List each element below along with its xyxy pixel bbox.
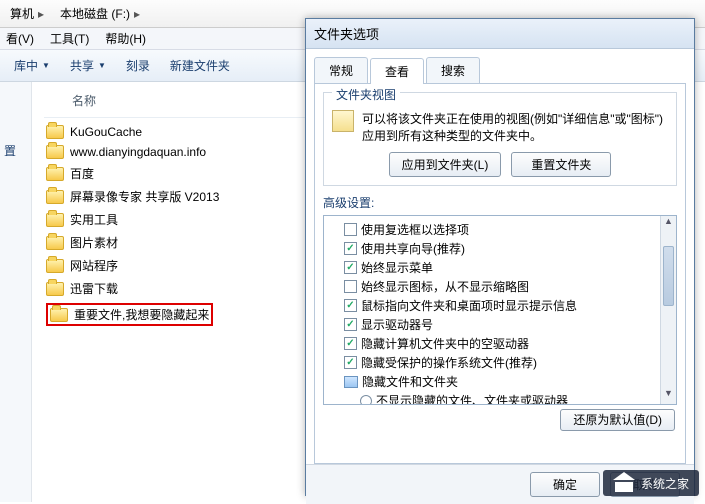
folder-tree-icon [344,376,358,388]
toolbar-burn[interactable]: 刻录 [118,54,158,77]
breadcrumb-seg[interactable]: 本地磁盘 (F:)▸ [54,3,146,24]
checkbox-icon[interactable] [344,242,357,255]
checkbox-icon[interactable] [344,356,357,369]
advanced-settings-label: 高级设置: [323,194,677,211]
watermark: 系统之家 [603,470,699,496]
tree-item[interactable]: 使用共享向导(推荐) [344,239,674,258]
tree-item[interactable]: 隐藏计算机文件夹中的空驱动器 [344,334,674,353]
radio-icon[interactable] [360,395,372,406]
menu-tools[interactable]: 工具(T) [50,30,89,47]
folder-view-icon [332,110,354,132]
house-icon [613,474,635,492]
tab-search[interactable]: 搜索 [426,57,480,83]
tree-item[interactable]: 使用复选框以选择项 [344,220,674,239]
advanced-settings-tree[interactable]: 使用复选框以选择项 使用共享向导(推荐) 始终显示菜单 始终显示图标，从不显示缩… [323,215,677,405]
folder-view-description: 可以将该文件夹正在使用的视图(例如"详细信息"或"图标")应用到所有这种类型的文… [362,110,668,144]
annotation-box: 重要文件,我想要隐藏起来 [46,303,213,326]
folder-icon [46,282,64,296]
checkbox-icon[interactable] [344,337,357,350]
scroll-thumb[interactable] [663,246,674,306]
tree-item[interactable]: 隐藏受保护的操作系统文件(推荐) [344,353,674,372]
chevron-right-icon: ▸ [134,7,140,21]
checkbox-icon[interactable] [344,280,357,293]
ok-button[interactable]: 确定 [530,472,600,497]
checkbox-icon[interactable] [344,223,357,236]
scroll-up-icon[interactable]: ▲ [661,216,676,232]
tree-item[interactable]: 鼠标指向文件夹和桌面项时显示提示信息 [344,296,674,315]
scrollbar[interactable]: ▲ ▼ [660,216,676,404]
menu-view[interactable]: 看(V) [6,30,34,47]
tree-item[interactable]: 始终显示菜单 [344,258,674,277]
group-label: 文件夹视图 [332,86,400,103]
restore-defaults-button[interactable]: 还原为默认值(D) [560,409,675,431]
folder-icon [46,213,64,227]
folder-icon [46,145,64,159]
dialog-title: 文件夹选项 [306,19,694,49]
breadcrumb-seg[interactable]: 算机▸ [4,3,50,24]
folder-view-group: 文件夹视图 可以将该文件夹正在使用的视图(例如"详细信息"或"图标")应用到所有… [323,92,677,186]
checkbox-icon[interactable] [344,318,357,331]
toolbar-share[interactable]: 共享▼ [62,54,114,77]
folder-icon [46,236,64,250]
tree-item[interactable]: 始终显示图标，从不显示缩略图 [344,277,674,296]
toolbar-include-in-library[interactable]: 库中▼ [6,54,58,77]
chevron-right-icon: ▸ [38,7,44,21]
sidebar-item[interactable]: 置 [0,82,31,219]
apply-to-folders-button[interactable]: 应用到文件夹(L) [389,152,502,177]
tab-general[interactable]: 常规 [314,57,368,83]
folder-icon [46,190,64,204]
checkbox-icon[interactable] [344,299,357,312]
nav-sidebar: 置 [0,82,32,502]
caret-down-icon: ▼ [42,61,50,70]
tab-view[interactable]: 查看 [370,58,424,84]
folder-options-dialog: 文件夹选项 常规 查看 搜索 文件夹视图 可以将该文件夹正在使用的视图(例如"详… [305,18,695,496]
tree-item[interactable]: 不显示隐藏的文件、文件夹或驱动器 [344,391,674,405]
caret-down-icon: ▼ [98,61,106,70]
folder-icon [46,167,64,181]
menu-help[interactable]: 帮助(H) [105,30,146,47]
toolbar-new-folder[interactable]: 新建文件夹 [162,54,238,77]
tree-item[interactable]: 显示驱动器号 [344,315,674,334]
dialog-tabs: 常规 查看 搜索 [314,57,686,84]
tree-group[interactable]: 隐藏文件和文件夹 [344,372,674,391]
scroll-down-icon[interactable]: ▼ [661,388,676,404]
folder-icon [50,308,68,322]
tab-panel-view: 文件夹视图 可以将该文件夹正在使用的视图(例如"详细信息"或"图标")应用到所有… [314,84,686,464]
folder-icon [46,259,64,273]
checkbox-icon[interactable] [344,261,357,274]
folder-icon [46,125,64,139]
reset-folders-button[interactable]: 重置文件夹 [511,152,611,177]
